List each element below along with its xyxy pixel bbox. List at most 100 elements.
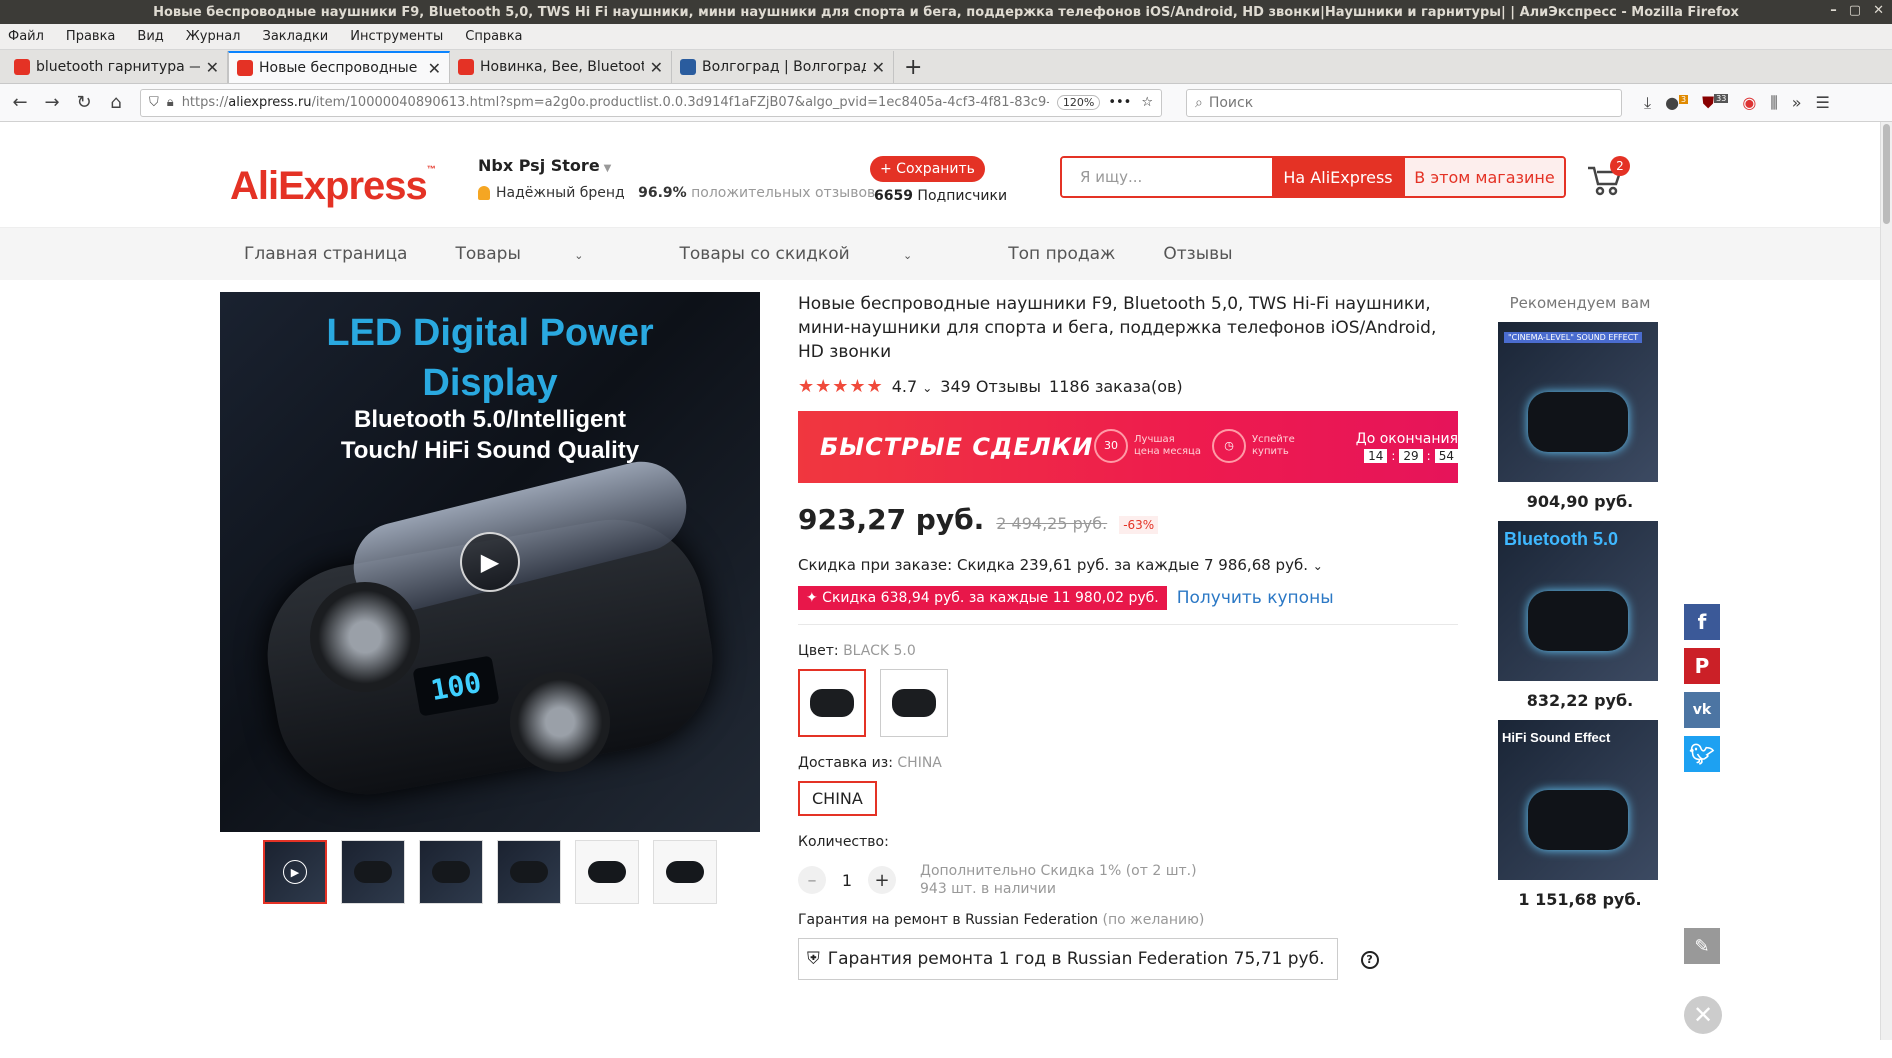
window-titlebar: Новые беспроводные наушники F9, Bluetoot… [0, 0, 1892, 24]
new-tab-button[interactable]: + [894, 51, 932, 83]
reviews-count[interactable]: 349 Отзывы [940, 377, 1041, 396]
help-icon[interactable]: ? [1360, 950, 1379, 969]
menu-edit[interactable]: Правка [66, 29, 115, 44]
maximize-icon[interactable]: ▢ [1849, 3, 1861, 18]
product-info: Новые беспроводные наушники F9, Bluetoot… [798, 292, 1458, 980]
tab-label: bluetooth гарнитура — ку [36, 59, 200, 75]
facebook-icon[interactable]: f [1684, 604, 1720, 640]
shield-icon[interactable]: ⛉ [149, 95, 159, 110]
store-name[interactable]: Nbx Psj Store ▼ [478, 156, 875, 175]
cart-button[interactable]: 2 [1586, 156, 1630, 202]
increase-qty-button[interactable]: + [868, 866, 896, 894]
color-option-selected[interactable] [798, 669, 866, 737]
forward-icon[interactable]: → [38, 89, 66, 117]
nav-reviews[interactable]: Отзывы [1163, 244, 1232, 264]
save-store-button[interactable]: + Сохранить [870, 156, 985, 182]
close-window-icon[interactable]: ✕ [1873, 3, 1884, 18]
library-icon[interactable]: ⫼ [1770, 93, 1777, 113]
page-scrollbar[interactable] [1880, 122, 1892, 1040]
aliexpress-favicon-icon [14, 59, 30, 75]
thumbnail[interactable] [341, 840, 405, 904]
thumbnail[interactable] [575, 840, 639, 904]
close-tab-icon[interactable]: ✕ [650, 58, 663, 77]
page-actions-icon[interactable]: ••• [1108, 95, 1131, 110]
decrease-qty-button[interactable]: – [798, 866, 826, 894]
menu-history[interactable]: Журнал [186, 29, 241, 44]
search-icon: ⌕ [1195, 94, 1203, 111]
aliexpress-logo[interactable]: AliExpress™ [230, 164, 436, 209]
menu-help[interactable]: Справка [465, 29, 522, 44]
store-header: AliExpress™ Nbx Psj Store ▼ Надёжный брен… [0, 122, 1892, 228]
order-discount[interactable]: Скидка при заказе: Скидка 239,61 руб. за… [798, 556, 1458, 574]
tab-bluetooth-search[interactable]: bluetooth гарнитура — ку ✕ [6, 51, 228, 83]
search-aliexpress-button[interactable]: На AliExpress [1272, 158, 1404, 196]
thumbnail[interactable] [653, 840, 717, 904]
minimize-icon[interactable]: – [1830, 3, 1837, 18]
main-product-image[interactable]: LED Digital Power Display Bluetooth 5.0/I… [220, 292, 760, 832]
browser-search-input[interactable]: ⌕ Поиск [1186, 88, 1622, 117]
get-coupons-link[interactable]: Получить купоны [1177, 588, 1334, 608]
store-search-input[interactable]: Я ищу... [1062, 158, 1272, 196]
rating-stars-icon[interactable]: ★★★★★ [798, 376, 884, 397]
extension-icon[interactable]: ● 3 [1665, 93, 1689, 112]
edit-pencil-icon[interactable]: ✎ [1684, 928, 1720, 964]
vk-favicon-icon [680, 59, 696, 75]
rec-item[interactable]: Bluetooth 5.0 832,22 руб. [1498, 521, 1662, 710]
coupon-row: ✦ Скидка 638,94 руб. за каждые 11 980,02… [798, 586, 1458, 610]
search-in-store-button[interactable]: В этом магазине [1404, 158, 1564, 196]
menu-tools[interactable]: Инструменты [350, 29, 443, 44]
thumbnail[interactable] [497, 840, 561, 904]
ship-from-china-option[interactable]: CHINA [798, 781, 877, 816]
nav-top-sales[interactable]: Топ продаж [1008, 244, 1115, 264]
menu-bookmarks[interactable]: Закладки [263, 29, 329, 44]
timer-seconds: 54 [1434, 449, 1458, 463]
close-tab-icon[interactable]: ✕ [428, 59, 441, 78]
flash-deals-title: БЫСТРЫЕ СДЕЛКИ [820, 433, 1094, 461]
nav-home[interactable]: Главная страница [244, 244, 407, 264]
quantity-value[interactable]: 1 [826, 871, 868, 890]
tab-bee-bluetooth[interactable]: Новинка, Bee, Bluetooth н ✕ [450, 51, 672, 83]
vk-icon[interactable]: vk [1684, 692, 1720, 728]
url-bar[interactable]: ⛉ 🔒︎ https:// aliexpress.ru /item/100000… [140, 88, 1162, 117]
rec-image[interactable]: "CINEMA-LEVEL" SOUND EFFECT [1498, 322, 1658, 482]
rec-image[interactable]: HiFi Sound Effect [1498, 720, 1658, 880]
home-icon[interactable]: ⌂ [102, 89, 130, 117]
lock-icon[interactable]: 🔒︎ [167, 95, 174, 110]
page-content: AliExpress™ Nbx Psj Store ▼ Надёжный брен… [0, 122, 1892, 1040]
scroll-thumb[interactable] [1883, 124, 1890, 224]
zoom-indicator[interactable]: 120% [1056, 95, 1101, 110]
overflow-icon[interactable]: » [1792, 93, 1802, 112]
close-tab-icon[interactable]: ✕ [206, 58, 219, 77]
warranty-option[interactable]: ⛨ Гарантия ремонта 1 год в Russian Feder… [798, 938, 1338, 980]
subscribers: 6659 Подписчики [874, 188, 1008, 204]
reload-icon[interactable]: ↻ [70, 89, 98, 117]
rec-item[interactable]: "CINEMA-LEVEL" SOUND EFFECT 904,90 руб. [1498, 322, 1662, 511]
rec-image[interactable]: Bluetooth 5.0 [1498, 521, 1658, 681]
ublock-icon[interactable]: ⛊ 33 [1702, 93, 1729, 113]
thumbnail[interactable] [419, 840, 483, 904]
hamburger-menu-icon[interactable]: ☰ [1815, 93, 1829, 112]
search-placeholder: Поиск [1208, 94, 1254, 111]
bookmark-star-icon[interactable]: ☆ [1141, 95, 1153, 110]
rec-item[interactable]: HiFi Sound Effect 1 151,68 руб. [1498, 720, 1662, 909]
close-circle-icon[interactable]: ✕ [1684, 996, 1722, 1034]
tab-volgograd[interactable]: Волгоград | Волгоградск ✕ [672, 51, 894, 83]
tab-product-active[interactable]: Новые беспроводные нау ✕ [228, 51, 450, 83]
play-video-icon[interactable]: ▶ [460, 532, 520, 592]
twitter-icon[interactable]: 🐦︎ [1684, 736, 1720, 772]
menu-view[interactable]: Вид [137, 29, 163, 44]
back-icon[interactable]: ← [6, 89, 34, 117]
close-tab-icon[interactable]: ✕ [872, 58, 885, 77]
url-host: aliexpress.ru [228, 95, 312, 110]
color-option[interactable] [880, 669, 948, 737]
color-options [798, 669, 1458, 737]
thumbnail-video[interactable]: ▶ [263, 840, 327, 904]
rating-value[interactable]: 4.7 ⌄ [892, 377, 933, 396]
chrome-ext-icon[interactable]: ◉ [1742, 93, 1756, 112]
menu-file[interactable]: Файл [8, 29, 44, 44]
nav-discounts[interactable]: Товары со скидкой ⌄ [680, 244, 961, 264]
earbuds-variant-icon [810, 689, 854, 717]
pinterest-icon[interactable]: P [1684, 648, 1720, 684]
nav-products[interactable]: Товары ⌄ [455, 244, 631, 264]
downloads-icon[interactable]: ⤓ [1644, 93, 1651, 113]
